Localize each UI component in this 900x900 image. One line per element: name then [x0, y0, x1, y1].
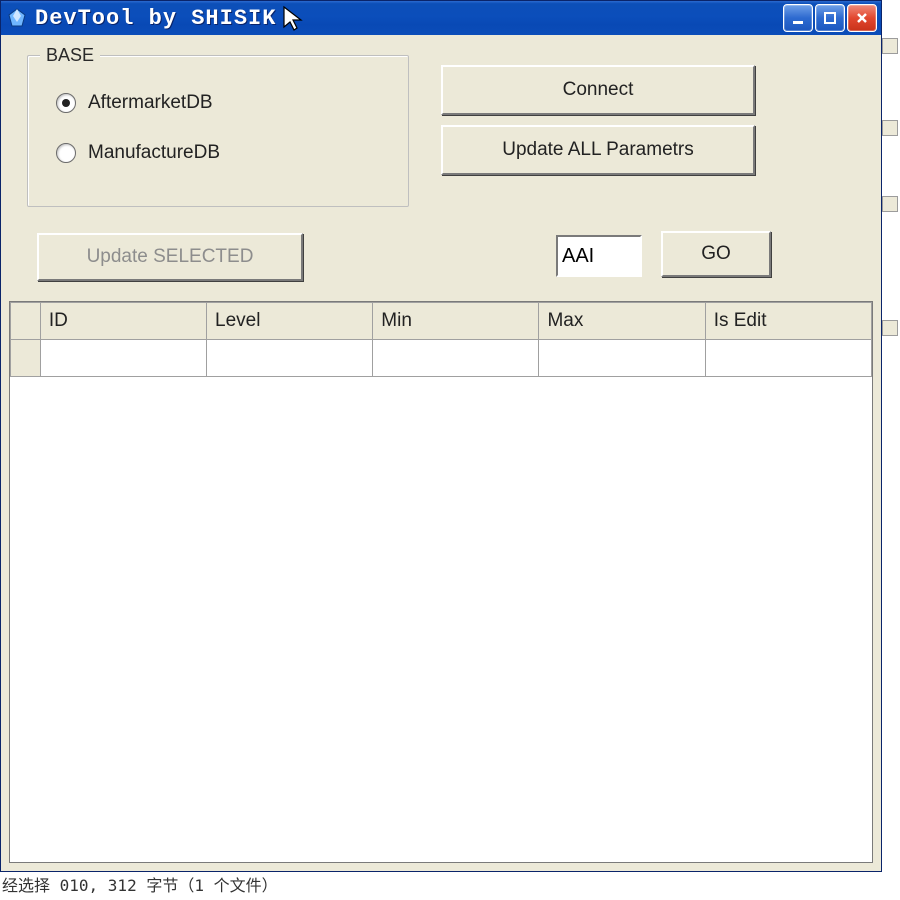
grid-col-min[interactable]: Min [373, 303, 539, 340]
update-selected-button[interactable]: Update SELECTED [37, 233, 303, 281]
grid-cell[interactable] [373, 340, 539, 377]
grid-cell[interactable] [207, 340, 373, 377]
maximize-button[interactable] [815, 4, 845, 32]
radio-label: ManufactureDB [88, 142, 220, 164]
data-grid[interactable]: ID Level Min Max Is Edit [9, 301, 873, 863]
base-groupbox: BASE AftermarketDB ManufactureDB [27, 55, 409, 207]
background-fragment [882, 120, 898, 136]
grid-cell[interactable] [40, 340, 206, 377]
minimize-button[interactable] [783, 4, 813, 32]
grid-col-isedit[interactable]: Is Edit [705, 303, 871, 340]
radio-selected-dot [62, 99, 70, 107]
background-fragment [882, 320, 898, 336]
grid-col-max[interactable]: Max [539, 303, 705, 340]
radio-aftermarketdb[interactable]: AftermarketDB [56, 92, 213, 114]
close-button[interactable] [847, 4, 877, 32]
button-label: GO [701, 243, 731, 265]
app-icon [7, 8, 27, 28]
code-input[interactable] [556, 235, 642, 277]
row-selector[interactable] [11, 340, 41, 377]
grid-col-id[interactable]: ID [40, 303, 206, 340]
titlebar[interactable]: DevTool by SHISIK [1, 1, 881, 35]
radio-manufacturedb[interactable]: ManufactureDB [56, 142, 220, 164]
groupbox-legend: BASE [40, 45, 100, 66]
radio-label: AftermarketDB [88, 92, 213, 114]
connect-button[interactable]: Connect [441, 65, 755, 115]
grid-header-row: ID Level Min Max Is Edit [11, 303, 872, 340]
grid-col-level[interactable]: Level [207, 303, 373, 340]
grid-cell[interactable] [705, 340, 871, 377]
client-area: BASE AftermarketDB ManufactureDB Connect… [1, 35, 881, 871]
background-fragment [882, 196, 898, 212]
button-label: Connect [563, 79, 634, 101]
grid-corner[interactable] [11, 303, 41, 340]
radio-icon [56, 93, 76, 113]
radio-icon [56, 143, 76, 163]
app-window: DevTool by SHISIK BASE [0, 0, 882, 872]
button-label: Update ALL Parametrs [502, 139, 694, 161]
button-label: Update SELECTED [87, 246, 254, 268]
grid-cell[interactable] [539, 340, 705, 377]
update-all-parametrs-button[interactable]: Update ALL Parametrs [441, 125, 755, 175]
window-title: DevTool by SHISIK [35, 6, 783, 31]
go-button[interactable]: GO [661, 231, 771, 277]
grid-empty-row[interactable] [11, 340, 872, 377]
background-status-text: 经选择 010, 312 字节（1 个文件） [2, 872, 278, 896]
background-fragment [882, 38, 898, 54]
